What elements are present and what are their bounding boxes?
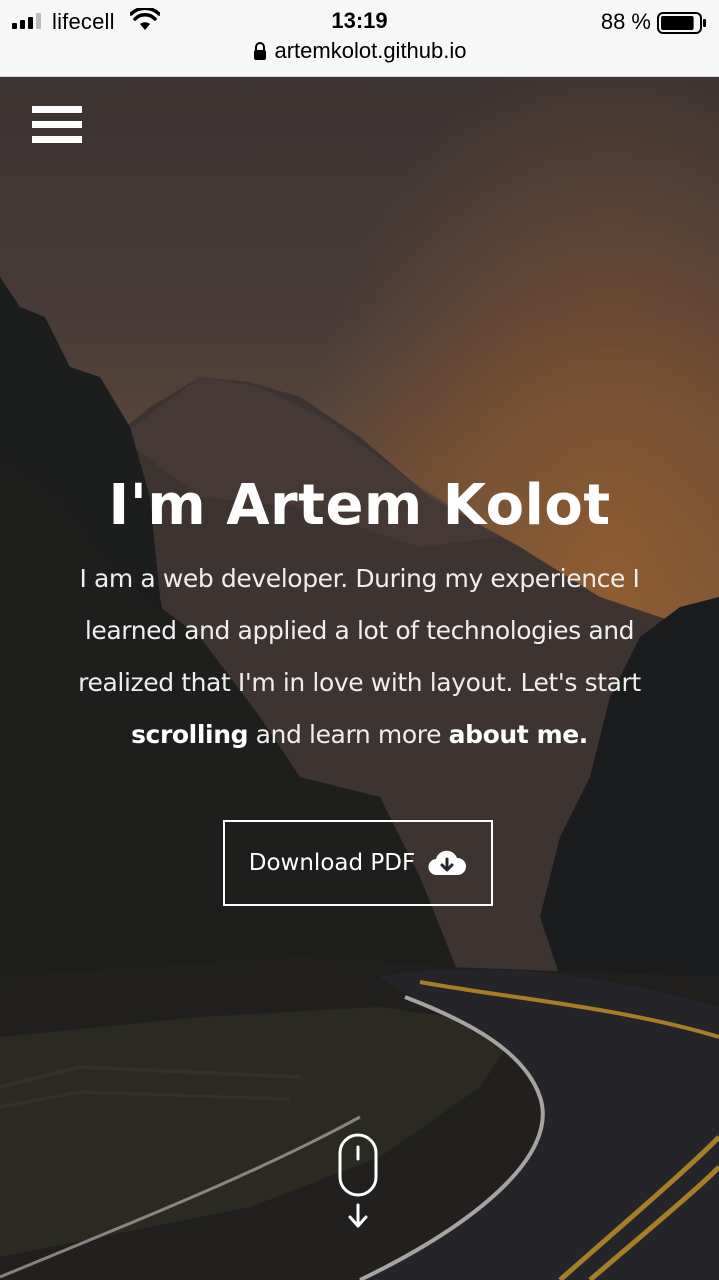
menu-bar (32, 106, 82, 113)
battery-percentage: 88 % (600, 9, 651, 34)
intro-text-2: and learn more (248, 720, 449, 749)
mouse-scroll-icon[interactable] (338, 1133, 380, 1229)
battery-fill (661, 16, 694, 30)
hero-title: I'm Artem Kolot (108, 473, 611, 538)
page-url: artemkolot.github.io (274, 38, 467, 63)
intro-scrolling: scrolling (131, 720, 249, 749)
download-pdf-button[interactable]: Download PDF (223, 820, 493, 906)
status-row: lifecell 13:19 88 % (0, 6, 719, 36)
cloud-download-icon (428, 850, 467, 876)
browser-status-bar: lifecell 13:19 88 % artemkolot.github.io (0, 0, 719, 77)
battery-icon (657, 12, 706, 34)
lock-icon (253, 42, 266, 60)
intro-text: I am a web developer. During my experien… (78, 564, 641, 697)
menu-bar (32, 121, 82, 128)
download-pdf-label: Download PDF (248, 850, 416, 876)
address-bar[interactable]: artemkolot.github.io (0, 38, 719, 68)
menu-bar (32, 136, 82, 143)
intro-about-me: about me. (448, 720, 589, 749)
hamburger-menu-icon[interactable] (32, 106, 82, 144)
hero-section: I'm Artem Kolot I am a web developer. Du… (0, 77, 719, 1280)
hero-intro: I am a web developer. During my experien… (60, 553, 659, 761)
